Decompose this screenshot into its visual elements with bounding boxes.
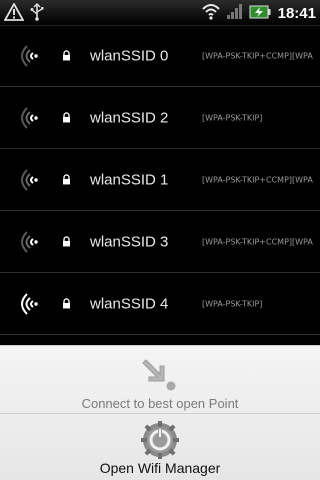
status-right-icons: 18:41 [201, 2, 316, 24]
wifi-network-list[interactable]: wlanSSID 0 [WPA-PSK-TKIP+CCMP][WPA wlanS… [0, 25, 320, 335]
clock: 18:41 [277, 4, 316, 22]
wifi-weak-signal-icon [21, 168, 38, 191]
cell-signal-icon [226, 2, 244, 24]
wifi-network-row[interactable]: wlanSSID 3 [WPA-PSK-TKIP+CCMP][WPA [0, 211, 320, 273]
warning-icon [3, 2, 25, 25]
status-left-icons [3, 2, 44, 25]
wifi-capabilities: [WPA-PSK-TKIP+CCMP][WPA [202, 237, 313, 246]
arrow-to-point-icon [142, 359, 176, 391]
wifi-ssid: wlanSSID 1 [90, 171, 169, 188]
wifi-network-row[interactable]: wlanSSID 4 [WPA-PSK-TKIP] [0, 273, 320, 335]
wifi-ssid: wlanSSID 2 [90, 109, 169, 126]
lock-icon [63, 173, 70, 184]
lock-icon [63, 111, 70, 122]
wifi-capabilities: [WPA-PSK-TKIP+CCMP][WPA [202, 175, 313, 184]
connect-best-open-point-button[interactable]: Connect to best open Point [0, 346, 320, 414]
lock-icon [63, 235, 70, 246]
wifi-ssid: wlanSSID 0 [90, 47, 169, 64]
wifi-ssid: wlanSSID 3 [90, 233, 169, 250]
screen: 18:41 wlanSSID 0 [WPA-PSK-TKIP+CCMP][WPA [0, 0, 320, 480]
status-bar: 18:41 [0, 0, 320, 26]
wifi-weak-signal-icon [21, 230, 38, 253]
open-wifi-manager-button[interactable]: Open Wifi Manager [0, 414, 320, 480]
lock-icon [63, 297, 70, 308]
open-wifi-manager-label: Open Wifi Manager [99, 460, 221, 476]
wifi-strong-signal-icon [21, 292, 38, 315]
wifi-capabilities: [WPA-PSK-TKIP+CCMP][WPA [202, 51, 313, 60]
wifi-ssid: wlanSSID 4 [90, 295, 169, 312]
options-menu: Connect to best open Point Open Wifi Man… [0, 345, 320, 480]
wifi-weak-signal-icon [21, 106, 38, 129]
wifi-manager-gear-icon [141, 421, 179, 459]
connect-best-label: Connect to best open Point [81, 396, 239, 411]
usb-icon [30, 3, 44, 25]
wifi-network-row[interactable]: wlanSSID 0 [WPA-PSK-TKIP+CCMP][WPA [0, 25, 320, 87]
lock-icon [63, 49, 70, 60]
wifi-weak-signal-icon [21, 44, 38, 67]
wifi-capabilities: [WPA-PSK-TKIP] [202, 113, 263, 122]
battery-charging-icon [249, 4, 271, 23]
wifi-capabilities: [WPA-PSK-TKIP] [202, 299, 263, 308]
wifi-signal-icon [201, 2, 221, 24]
wifi-network-row[interactable]: wlanSSID 2 [WPA-PSK-TKIP] [0, 87, 320, 149]
wifi-network-row[interactable]: wlanSSID 1 [WPA-PSK-TKIP+CCMP][WPA [0, 149, 320, 211]
